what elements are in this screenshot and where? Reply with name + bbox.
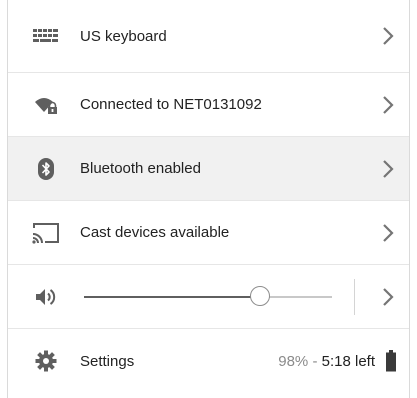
bluetooth-icon (28, 154, 64, 184)
chevron-right-icon[interactable] (377, 154, 399, 184)
volume-slider-empty-track (260, 295, 332, 298)
bluetooth-row[interactable]: Bluetooth enabled (8, 137, 409, 201)
battery-separator: - (308, 352, 322, 370)
cast-row[interactable]: Cast devices available (8, 201, 409, 265)
cast-label: Cast devices available (80, 224, 230, 241)
bluetooth-label: Bluetooth enabled (80, 160, 201, 177)
settings-label[interactable]: Settings (80, 353, 134, 370)
gear-icon[interactable] (28, 346, 64, 376)
battery-percent: 98% (278, 352, 309, 370)
cast-icon (28, 218, 64, 248)
battery-status: 98% - 5:18 left (278, 353, 375, 370)
keyboard-row[interactable]: US keyboard (8, 0, 409, 73)
network-row[interactable]: Connected to NET0131092 (8, 73, 409, 137)
chevron-right-icon[interactable] (377, 282, 399, 312)
keyboard-label: US keyboard (80, 27, 167, 45)
volume-slider-filled-track (84, 295, 261, 298)
battery-icon (385, 350, 397, 372)
keyboard-icon (28, 21, 64, 51)
wifi-locked-icon (28, 90, 64, 120)
chevron-right-icon[interactable] (377, 21, 399, 51)
chevron-right-icon[interactable] (377, 90, 399, 120)
chevron-right-icon[interactable] (377, 218, 399, 248)
volume-row (8, 265, 409, 329)
network-label: Connected to NET0131092 (80, 96, 262, 113)
settings-row: Settings 98% - 5:18 left (8, 329, 409, 393)
speaker-icon[interactable] (28, 282, 64, 312)
volume-slider-thumb[interactable] (250, 285, 271, 306)
battery-time-left: 5:18 left (321, 352, 375, 370)
volume-slider[interactable] (84, 282, 332, 312)
divider (354, 279, 355, 315)
system-tray-menu: US keyboard Connected to NET0131092 Blue… (7, 0, 410, 398)
